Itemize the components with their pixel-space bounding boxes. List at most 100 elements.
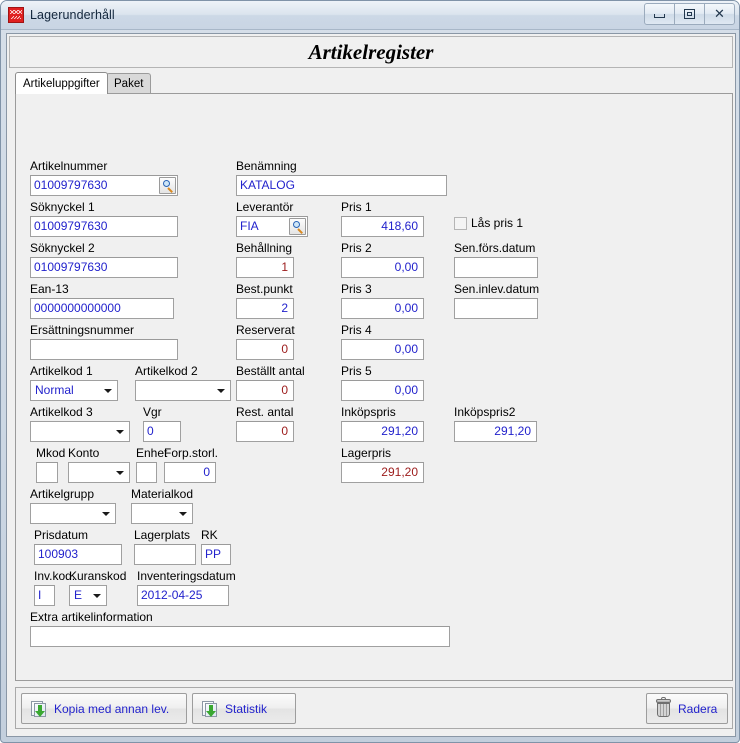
tab-label: Paket (114, 78, 144, 90)
label-ersattningsnummer: Ersättningsnummer (30, 323, 135, 337)
copy-document-icon (201, 700, 219, 718)
button-bar: Kopia med annan lev. Statistik Radera (15, 687, 733, 729)
input-inkopspris2[interactable]: 291,20 (454, 421, 537, 442)
app-icon (8, 7, 24, 23)
minimize-button[interactable] (644, 3, 675, 25)
artikelnummer-search-icon[interactable] (159, 177, 176, 194)
input-forp-storl[interactable]: 0 (164, 462, 216, 483)
input-pris2[interactable]: 0,00 (341, 257, 424, 278)
maximize-button[interactable] (674, 3, 705, 25)
chevron-down-icon (104, 389, 112, 393)
page-title: Artikelregister (308, 39, 434, 64)
client-area: Artikelregister Artikeluppgifter Paket A… (6, 33, 736, 737)
select-artikelkod1[interactable]: Normal (30, 380, 118, 401)
select-artikelgrupp[interactable] (30, 503, 116, 524)
chevron-down-icon (217, 389, 225, 393)
select-materialkod[interactable] (131, 503, 193, 524)
chevron-down-icon (116, 430, 124, 434)
label-pris4: Pris 4 (341, 323, 372, 337)
input-best-punkt[interactable]: 2 (236, 298, 294, 319)
label-artikelnummer: Artikelnummer (30, 159, 108, 173)
checkbox-las-pris1-label: Lås pris 1 (471, 216, 524, 230)
select-artikelkod2[interactable] (135, 380, 231, 401)
label-soknyckel1: Söknyckel 1 (30, 200, 95, 214)
input-mkod[interactable] (36, 462, 58, 483)
input-inv-kod[interactable]: I (34, 585, 55, 606)
chevron-down-icon (179, 512, 187, 516)
leverantor-search-icon[interactable] (289, 218, 306, 235)
label-mkod: Mkod (36, 446, 66, 460)
input-soknyckel2[interactable]: 01009797630 (30, 257, 178, 278)
label-sen-fors-datum: Sen.förs.datum (454, 241, 536, 255)
input-inventeringsdatum[interactable]: 2012-04-25 (137, 585, 229, 606)
label-leverantor: Leverantör (236, 200, 294, 214)
input-behallning[interactable]: 1 (236, 257, 294, 278)
input-extra-artikelinformation[interactable] (30, 626, 450, 647)
label-lagerplats: Lagerplats (134, 528, 191, 542)
window-controls: ✕ (644, 3, 735, 25)
tab-paket[interactable]: Paket (106, 73, 152, 94)
input-lagerpris[interactable]: 291,20 (341, 462, 424, 483)
label-inventeringsdatum: Inventeringsdatum (137, 569, 236, 583)
checkbox-icon (454, 216, 467, 230)
select-kuranskod-value: E (74, 588, 83, 602)
close-button[interactable]: ✕ (704, 3, 735, 25)
tab-panel-artikeluppgifter: Artikelnummer 01009797630 Söknyckel 1 01… (15, 93, 733, 681)
label-behallning: Behållning (236, 241, 293, 255)
select-artikelkod3[interactable] (30, 421, 130, 442)
input-rest-antal[interactable]: 0 (236, 421, 294, 442)
statistik-button[interactable]: Statistik (192, 693, 296, 724)
tab-label: Artikeluppgifter (23, 77, 100, 90)
select-kuranskod[interactable]: E (69, 585, 107, 606)
label-materialkod: Materialkod (131, 487, 194, 501)
input-reserverat[interactable]: 0 (236, 339, 294, 360)
chevron-down-icon (102, 512, 110, 516)
input-bestallt-antal[interactable]: 0 (236, 380, 294, 401)
radera-button[interactable]: Radera (646, 693, 728, 724)
checkbox-las-pris1[interactable]: Lås pris 1 (454, 216, 523, 230)
input-enhet[interactable] (136, 462, 157, 483)
input-vgr[interactable]: 0 (143, 421, 181, 442)
input-benamning[interactable]: KATALOG (236, 175, 447, 196)
input-pris1[interactable]: 418,60 (341, 216, 424, 237)
label-pris3: Pris 3 (341, 282, 372, 296)
label-pris5: Pris 5 (341, 364, 372, 378)
kopia-button-label: Kopia med annan lev. (54, 701, 170, 716)
label-extra-artikelinformation: Extra artikelinformation (30, 610, 153, 624)
label-prisdatum: Prisdatum (34, 528, 89, 542)
input-pris5[interactable]: 0,00 (341, 380, 424, 401)
label-reserverat: Reserverat (236, 323, 295, 337)
input-ean13[interactable]: 0000000000000 (30, 298, 174, 319)
label-ean13: Ean-13 (30, 282, 69, 296)
label-inkopspris2: Inköpspris2 (454, 405, 516, 419)
copy-document-icon (30, 700, 48, 718)
label-konto: Konto (68, 446, 100, 460)
tab-artikeluppgifter[interactable]: Artikeluppgifter (15, 72, 108, 94)
input-inkopspris[interactable]: 291,20 (341, 421, 424, 442)
input-rk[interactable]: PP (201, 544, 231, 565)
input-lagerplats[interactable] (134, 544, 196, 565)
chevron-down-icon (116, 471, 124, 475)
input-prisdatum[interactable]: 100903 (34, 544, 122, 565)
label-artikelkod2: Artikelkod 2 (135, 364, 198, 378)
input-sen-fors-datum[interactable] (454, 257, 538, 278)
title-bar: Lagerunderhåll ✕ (1, 1, 739, 30)
input-pris4[interactable]: 0,00 (341, 339, 424, 360)
label-pris1: Pris 1 (341, 200, 372, 214)
input-sen-inlev-datum[interactable] (454, 298, 538, 319)
input-soknyckel1[interactable]: 01009797630 (30, 216, 178, 237)
label-artikelkod3: Artikelkod 3 (30, 405, 93, 419)
kopia-med-annan-lev-button[interactable]: Kopia med annan lev. (21, 693, 187, 724)
radera-button-label: Radera (678, 701, 718, 716)
label-enhet: Enhet (136, 446, 168, 460)
input-ersattningsnummer[interactable] (30, 339, 178, 360)
label-soknyckel2: Söknyckel 2 (30, 241, 95, 255)
select-konto[interactable] (68, 462, 130, 483)
maximize-icon (684, 9, 695, 19)
label-best-punkt: Best.punkt (236, 282, 293, 296)
input-pris3[interactable]: 0,00 (341, 298, 424, 319)
label-artikelgrupp: Artikelgrupp (30, 487, 95, 501)
select-artikelkod1-value: Normal (35, 383, 74, 397)
label-rk: RK (201, 528, 218, 542)
input-artikelnummer[interactable]: 01009797630 (30, 175, 178, 196)
